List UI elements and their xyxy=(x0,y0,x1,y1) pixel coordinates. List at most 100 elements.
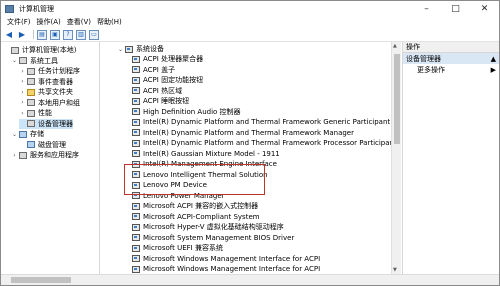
scroll-down-icon[interactable]: ▼ xyxy=(393,267,397,273)
menu-action[interactable]: 操作(A) xyxy=(37,17,61,27)
tree-item[interactable]: 磁盘管理 xyxy=(19,140,66,150)
tree-item-label: 服务和应用程序 xyxy=(30,151,79,159)
actions-section-label: 设备管理器 xyxy=(406,54,441,63)
tree-item-label: 磁盘管理 xyxy=(38,140,66,149)
disk-management-icon xyxy=(27,141,35,148)
system-devices-icon xyxy=(125,45,133,53)
device-item[interactable]: ACPI 热区域 xyxy=(131,86,182,96)
device-item-label: Intel(R) Dynamic Platform and Thermal Fr… xyxy=(143,118,391,126)
tree-item-label: 本地用户和组 xyxy=(38,98,80,107)
tree-item[interactable]: 设备管理器 xyxy=(19,118,73,129)
action-pane-icon[interactable]: ▥ xyxy=(76,29,86,40)
device-item[interactable]: ACPI 固定功能按钮 xyxy=(131,75,203,85)
computer-icon xyxy=(11,46,19,54)
device-item[interactable]: ACPI 睡眠按钮 xyxy=(131,96,189,106)
tree-item[interactable]: › 事件查看器 xyxy=(19,77,73,87)
device-icon xyxy=(132,202,140,210)
device-item[interactable]: ACPI 盖子 xyxy=(131,65,175,75)
device-category-row[interactable]: ⌄ 系统设备 xyxy=(117,44,164,54)
device-category-label: 系统设备 xyxy=(136,45,164,53)
forward-arrow-icon[interactable]: ▶ xyxy=(17,30,27,40)
horizontal-scrollbar[interactable] xyxy=(1,274,499,285)
minimize-button[interactable]: – xyxy=(412,1,441,16)
expand-right-icon[interactable]: › xyxy=(11,152,18,159)
tools-icon xyxy=(19,57,27,64)
tree-item-label: 事件查看器 xyxy=(38,77,73,86)
expand-right-icon[interactable]: › xyxy=(19,99,26,106)
device-item[interactable]: Intel(R) Dynamic Platform and Thermal Fr… xyxy=(131,128,354,138)
task-scheduler-icon xyxy=(27,67,35,75)
device-item[interactable]: Microsoft Windows Management Interface f… xyxy=(131,264,320,274)
properties-icon[interactable]: ▣ xyxy=(50,29,60,40)
maximize-button[interactable]: □ xyxy=(441,1,470,16)
collapse-arrow-icon[interactable]: ▲ xyxy=(491,55,496,63)
device-item-label: ACPI 睡眠按钮 xyxy=(143,97,190,105)
device-item[interactable]: ACPI 处理器聚合器 xyxy=(131,54,203,64)
actions-section[interactable]: 设备管理器 ▲ xyxy=(403,53,499,64)
tree-item-label: 共享文件夹 xyxy=(38,88,73,96)
menu-bar: 文件(F) 操作(A) 查看(V) 帮助(H) xyxy=(1,16,499,28)
device-item[interactable]: Intel(R) Dynamic Platform and Thermal Fr… xyxy=(131,138,397,148)
menu-file[interactable]: 文件(F) xyxy=(7,17,31,27)
device-item[interactable]: Microsoft ACPI-Compliant System xyxy=(131,212,260,222)
tree-item[interactable]: › 服务和应用程序 xyxy=(11,150,79,160)
tree-item[interactable]: › 共享文件夹 xyxy=(19,87,73,97)
expand-right-icon[interactable]: › xyxy=(19,78,26,85)
device-item[interactable]: Intel(R) Dynamic Platform and Thermal Fr… xyxy=(131,117,390,127)
vertical-scrollbar[interactable]: ▲ ▼ xyxy=(391,42,401,274)
scroll-thumb[interactable] xyxy=(394,54,400,144)
window-title: 计算机管理 xyxy=(19,4,54,13)
device-icon xyxy=(132,223,140,231)
device-icon xyxy=(132,76,140,84)
close-button[interactable]: ✕ xyxy=(470,1,499,16)
tree-item[interactable]: › 本地用户和组 xyxy=(19,98,80,108)
tree-item-label: 计算机管理(本地) xyxy=(22,46,77,54)
expand-right-icon[interactable]: › xyxy=(19,110,26,117)
tree-item-label: 系统工具 xyxy=(30,56,58,65)
expand-down-icon[interactable]: ⌄ xyxy=(11,131,18,138)
device-item[interactable]: Intel(R) Gaussian Mixture Model - 1911 xyxy=(131,149,280,159)
device-icon xyxy=(132,139,140,147)
expand-right-icon[interactable]: › xyxy=(19,89,26,96)
more-actions-item[interactable]: 更多操作 ▶ xyxy=(403,64,499,75)
tree-item[interactable]: 计算机管理(本地) xyxy=(3,45,76,55)
device-item[interactable]: Microsoft UEFI 兼容系统 xyxy=(131,243,223,253)
show-hide-tree-icon[interactable]: ▤ xyxy=(37,29,47,40)
expand-right-icon[interactable]: › xyxy=(19,68,26,75)
device-item[interactable]: Microsoft Windows Management Interface f… xyxy=(131,254,320,264)
device-item-label: ACPI 热区域 xyxy=(143,86,183,95)
device-item-label: Microsoft Windows Management Interface f… xyxy=(143,254,321,263)
actions-pane: 操作 设备管理器 ▲ 更多操作 ▶ xyxy=(402,42,499,274)
tree-item[interactable]: ⌄ 存储 xyxy=(11,129,44,139)
storage-icon xyxy=(19,130,27,138)
tree-item[interactable]: ⌄ 系统工具 xyxy=(11,56,58,66)
monitor-icon[interactable]: ▭ xyxy=(89,29,99,40)
device-item[interactable]: Microsoft Hyper-V 虚拟化基础结构驱动程序 xyxy=(131,222,284,232)
device-item-label: Microsoft Windows Management Interface f… xyxy=(143,265,321,273)
device-icon xyxy=(132,87,140,94)
tree-item[interactable]: › 性能 xyxy=(19,108,52,118)
device-icon xyxy=(132,255,140,262)
expand-down-icon[interactable]: ⌄ xyxy=(11,57,18,64)
device-icon xyxy=(132,108,140,115)
device-item[interactable]: Microsoft ACPI 兼容的嵌入式控制器 xyxy=(131,201,258,211)
device-item-label: High Definition Audio 控制器 xyxy=(143,107,241,116)
device-item-label: Microsoft System Management BIOS Driver xyxy=(143,233,295,242)
back-arrow-icon[interactable]: ◀ xyxy=(4,30,14,40)
device-item-label: Intel(R) Dynamic Platform and Thermal Fr… xyxy=(143,128,354,137)
tree-item[interactable]: › 任务计划程序 xyxy=(19,66,80,76)
scroll-up-icon[interactable]: ▲ xyxy=(393,43,397,49)
menu-view[interactable]: 查看(V) xyxy=(67,17,91,27)
expand-down-icon[interactable]: ⌄ xyxy=(117,46,124,53)
menu-help[interactable]: 帮助(H) xyxy=(97,17,122,27)
device-item[interactable]: Microsoft System Management BIOS Driver xyxy=(131,233,294,243)
device-icon xyxy=(132,213,140,220)
device-item[interactable]: High Definition Audio 控制器 xyxy=(131,107,241,117)
help-icon[interactable]: ? xyxy=(63,29,73,40)
device-icon xyxy=(132,244,140,252)
device-icon xyxy=(132,150,140,157)
hscroll-thumb[interactable] xyxy=(11,277,71,283)
device-icon xyxy=(132,234,140,241)
device-item-label: Intel(R) Gaussian Mixture Model - 1911 xyxy=(143,149,280,158)
device-icon xyxy=(132,129,140,136)
